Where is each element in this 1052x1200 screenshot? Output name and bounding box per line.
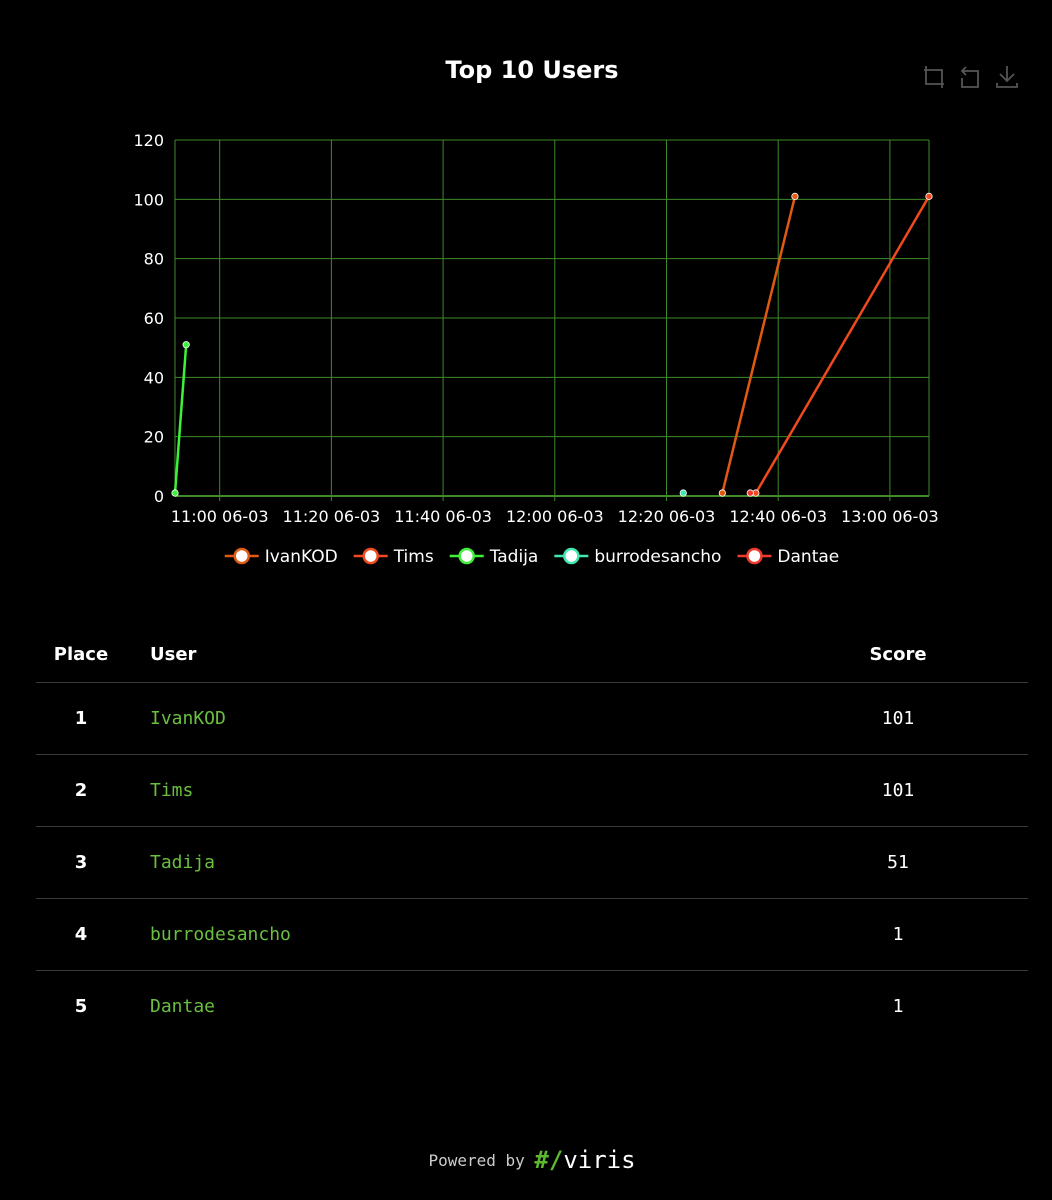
column-header-score: Score	[768, 626, 1028, 683]
footer: Powered by #/viris	[0, 1146, 1052, 1174]
table-header-row: Place User Score	[36, 626, 1028, 683]
score-cell: 1	[892, 996, 904, 1017]
user-link[interactable]: Tadija	[126, 826, 768, 899]
data-point-dantae	[746, 489, 754, 497]
place-cell: 1	[36, 682, 126, 755]
series-line-tims	[754, 195, 931, 494]
data-point-ivankod	[718, 489, 726, 497]
score-cell: 101	[768, 682, 1028, 755]
table-row: 2 Tims 101	[36, 754, 1028, 827]
place-cell: 2	[36, 754, 126, 827]
y-tick-label: 80	[144, 250, 164, 269]
legend-label-dantae: Dantae	[777, 547, 839, 567]
y-tick-label: 100	[133, 190, 164, 209]
table-row: 3 Tadija 51	[36, 826, 1028, 899]
y-tick-label: 60	[144, 309, 164, 328]
user-link[interactable]: Dantae	[126, 971, 768, 1043]
brand-name: viris	[563, 1146, 636, 1174]
y-tick-label: 0	[154, 487, 164, 506]
legend-label-ivankod: IvanKOD	[265, 547, 338, 567]
legend-label-tadija: Tadija	[489, 547, 539, 567]
x-tick-label: 11:40 06-03	[394, 507, 492, 526]
user-link[interactable]: IvanKOD	[126, 682, 768, 755]
legend-marker-ivankod	[233, 547, 250, 565]
y-tick-label: 20	[144, 428, 164, 447]
legend-marker-burrodesancho	[563, 547, 580, 565]
series-line-tadija	[173, 344, 188, 494]
column-header-place: Place	[36, 626, 126, 683]
viris-logo[interactable]: #/viris	[534, 1146, 635, 1174]
series-line-ivankod	[721, 196, 797, 494]
place-cell: 4	[36, 898, 126, 971]
x-tick-label: 12:00 06-03	[506, 507, 604, 526]
user-link[interactable]: burrodesancho	[126, 898, 768, 971]
data-point-ivankod	[791, 192, 799, 200]
y-tick-label: 120	[133, 131, 164, 150]
x-tick-label: 13:00 06-03	[841, 507, 939, 526]
column-header-user: User	[126, 626, 768, 683]
x-tick-label: 11:20 06-03	[283, 507, 381, 526]
x-tick-label: 12:20 06-03	[618, 507, 716, 526]
score-cell: 51	[768, 826, 1028, 899]
table-row: 4 burrodesancho 1	[36, 898, 1028, 971]
leaderboard-table: Place User Score 1 IvanKOD 101 2 Tims 10…	[36, 626, 1028, 1042]
powered-by-text: Powered by	[428, 1151, 525, 1170]
legend-marker-dantae	[746, 547, 763, 565]
legend-label-burrodesancho: burrodesancho	[594, 547, 721, 567]
score-cell: 101	[768, 754, 1028, 827]
chart-panel: Top 10 Users 0 20 40 60 80 100 120 11:00 06-03 1…	[0, 0, 1052, 600]
data-point-tims	[925, 192, 933, 200]
legend-marker-tims	[362, 547, 379, 565]
score-cell: 1	[768, 898, 1028, 971]
y-tick-label: 40	[144, 368, 164, 387]
data-point-tadija	[182, 341, 190, 349]
table-row: 5 Dantae 1	[36, 971, 1028, 1043]
data-point-burrodesancho	[679, 489, 687, 497]
data-point-tadija	[171, 489, 179, 497]
line-chart: 0 20 40 60 80 100 120 11:00 06-03 11:20 06-03 11:…	[133, 131, 939, 567]
legend-marker-tadija	[458, 547, 475, 565]
brand-hash: #/	[534, 1146, 564, 1174]
x-tick-label: 12:40 06-03	[729, 507, 827, 526]
x-tick-label: 11:00 06-03	[171, 507, 269, 526]
place-cell: 3	[36, 826, 126, 899]
place-cell: 5	[74, 996, 88, 1017]
user-link[interactable]: Tims	[126, 754, 768, 827]
table-row: 1 IvanKOD 101	[36, 682, 1028, 755]
legend-label-tims: Tims	[393, 547, 434, 567]
